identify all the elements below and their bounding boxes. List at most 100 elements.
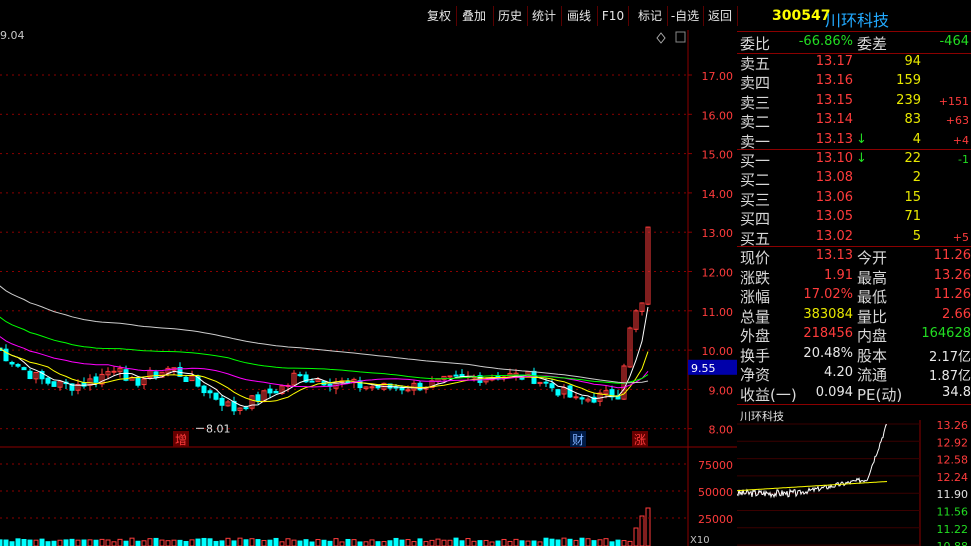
- volume-bar: [147, 538, 153, 546]
- volume-bar: [489, 541, 495, 546]
- volume-bar: [471, 540, 477, 546]
- order-row: 买四 13.05 71: [737, 208, 971, 228]
- stock-code: 300547: [772, 8, 831, 24]
- candle-body: [447, 375, 453, 378]
- volume-bar: [501, 538, 507, 546]
- volume-bar: [639, 515, 645, 546]
- volume-bar: [429, 539, 435, 546]
- candle-body: [111, 370, 117, 373]
- candle-body: [309, 380, 315, 383]
- toolbar-button-1[interactable]: 叠加: [456, 6, 492, 26]
- candle-body: [297, 374, 303, 377]
- volume-bar: [153, 537, 159, 546]
- volume-bar: [63, 539, 69, 546]
- mini-tick-label: 13.26: [937, 420, 969, 432]
- volume-bar: [393, 537, 399, 546]
- toolbar-button-7[interactable]: -自选: [668, 6, 702, 26]
- candle-body: [255, 394, 261, 402]
- stat-label: 涨跌: [740, 268, 771, 287]
- stat-label: 外盘: [740, 327, 771, 345]
- stat-row: 外盘 218456 内盘 164628: [737, 325, 971, 345]
- candle-body: [183, 376, 189, 382]
- volume-bar: [333, 538, 339, 546]
- order-change: -1: [958, 153, 969, 166]
- mini-tick-label: 11.56: [937, 506, 969, 519]
- volume-bar: [291, 539, 297, 546]
- order-volume: 94: [904, 54, 921, 69]
- stat-value: 0.094: [815, 384, 853, 400]
- price-tick-label: 14.00: [702, 188, 734, 201]
- stat-label: 流通: [857, 366, 888, 384]
- stat-row: 涨跌 1.91 最高 13.26: [737, 267, 971, 287]
- marker-cai: 财: [572, 433, 584, 447]
- toolbar-button-0[interactable]: 复权: [423, 6, 455, 26]
- order-price: 13.06: [815, 189, 853, 205]
- stat-label: 量比: [857, 307, 888, 326]
- volume-bar: [267, 539, 273, 546]
- stat-value: 11.26: [933, 287, 971, 302]
- mini-tick-label: 10.88: [937, 540, 969, 546]
- toolbar-button-5[interactable]: F10: [599, 6, 627, 26]
- toolbar-separator: [628, 6, 629, 26]
- volume-bar: [597, 539, 603, 546]
- stat-value: 13.26: [933, 267, 971, 283]
- order-row: 买二 13.08 2: [737, 169, 971, 190]
- stat-value: 13.13: [815, 248, 853, 263]
- toolbar-button-2[interactable]: 历史: [494, 6, 526, 26]
- stat-row: 总量 383084 量比 2.66: [737, 306, 971, 326]
- volume-bar: [495, 540, 501, 546]
- volume-bar: [315, 539, 321, 546]
- order-price: 13.05: [815, 209, 853, 225]
- volume-bar: [465, 538, 471, 546]
- kline-chart[interactable]: 17.00 16.00 15.00 14.00 13.00 12.00 11.00 10.00…: [0, 30, 737, 546]
- stat-label: 换手: [740, 346, 771, 365]
- volume-bar: [249, 538, 255, 546]
- volume-bar: [369, 539, 375, 546]
- toolbar-button-6[interactable]: 标记: [634, 6, 666, 26]
- volume-tick-label: 25000: [698, 513, 733, 526]
- stat-label: 净资: [740, 366, 771, 384]
- volume-bar: [531, 540, 537, 546]
- price-tick-label: 17.00: [702, 70, 734, 83]
- volume-bar: [345, 538, 351, 546]
- toolbar-button-4[interactable]: 画线: [562, 6, 596, 26]
- order-row: 卖一 13.13 ↓ 4 +4: [737, 131, 971, 151]
- volume-bar: [279, 541, 285, 546]
- weicha-label: 委差: [857, 35, 888, 53]
- candle-body: [549, 383, 555, 389]
- intraday-mini-chart[interactable]: 13.26 12.92 12.58 12.24 11.90 11.56 11.22 10.88: [737, 420, 971, 546]
- volume-bar: [75, 539, 81, 546]
- order-price: 13.17: [815, 54, 853, 69]
- volume-bar: [405, 539, 411, 546]
- candle-body: [21, 367, 27, 371]
- volume-bar: [387, 540, 393, 546]
- candle-body: [15, 364, 21, 367]
- price-tick-label: 9.00: [709, 384, 734, 397]
- toolbar-button-8[interactable]: 返回: [704, 6, 736, 26]
- volume-bar: [273, 537, 279, 546]
- volume-tick-label: 50000: [698, 486, 733, 499]
- order-row: 卖四 13.16 159: [737, 72, 971, 92]
- order-row: 卖三 13.15 239 +151: [737, 92, 971, 112]
- price-tick-label: 8.00: [709, 424, 734, 437]
- candle-body: [201, 385, 207, 394]
- volume-bar: [615, 539, 621, 546]
- stat-value: 34.8: [942, 384, 971, 400]
- volume-bar: [555, 539, 561, 546]
- toolbar-button-3[interactable]: 统计: [528, 6, 560, 26]
- volume-bar: [111, 541, 117, 546]
- volume-bar: [141, 540, 147, 546]
- candle-body: [267, 388, 273, 394]
- mini-tick-label: 11.90: [937, 488, 969, 501]
- order-price: 13.10: [815, 151, 853, 166]
- volume-bar: [33, 539, 39, 546]
- order-label: 买一: [740, 152, 771, 170]
- order-label: 买二: [740, 171, 771, 190]
- volume-bar: [21, 539, 27, 546]
- candle-body: [51, 381, 57, 387]
- volume-bar: [39, 538, 45, 546]
- stat-value: 218456: [803, 326, 853, 341]
- volume-bar: [351, 539, 357, 546]
- stat-row: 净资 4.20 流通 1.87亿: [737, 364, 971, 384]
- marker-zhang: 涨: [634, 432, 646, 447]
